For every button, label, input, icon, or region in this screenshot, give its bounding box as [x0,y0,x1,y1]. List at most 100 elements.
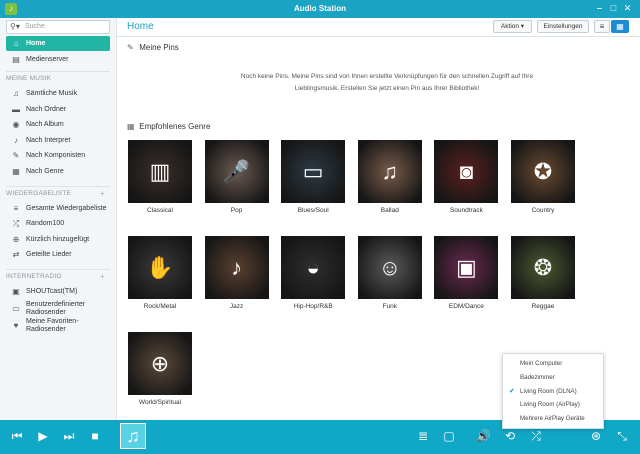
add-icon[interactable]: + [100,189,105,198]
sidebar-section-meine-musik: MEINE MUSIK [6,75,51,82]
sidebar-section-internetradio: INTERNETRADIO + [6,272,105,281]
genre-card-soundtrack[interactable]: ◙ Soundtrack [434,140,499,214]
output-device-label: Living Room (AirPlay) [520,401,580,409]
genre-image[interactable]: ✋ [128,236,192,299]
volume-button[interactable]: 🔊 [476,429,491,443]
genre-image[interactable]: ▣ [434,236,499,299]
collapse-icon: ⤡ [617,429,627,443]
lyrics-button[interactable]: ▢ [442,429,456,443]
speakers-icon: ◙ [459,159,474,184]
sidebar-item-meine-favoriten-radiosender[interactable]: ♥ Meine Favoriten-Radiosender [6,317,110,334]
genre-card-pop[interactable]: 🎤 Pop [204,140,269,214]
genre-label: Country [531,207,555,214]
grid-view-button[interactable]: ▦ [611,20,629,33]
app-logo-icon: ♪ [5,3,17,15]
genre-card-funk[interactable]: ☺ Funk [357,236,422,310]
play-icon: ▶ [38,429,48,443]
genre-image[interactable]: ❂ [511,236,575,299]
sidebar-item-icon: ⊕ [12,234,20,244]
sidebar-item-label: Home [26,40,46,47]
sidebar-item-benutzerdefinierter-radiosender[interactable]: ▭ Benutzerdefinierter Radiosender [6,300,110,317]
genre-image[interactable]: ◙ [434,140,499,203]
list-view-button[interactable]: ≡ [594,20,610,33]
maximize-icon[interactable]: □ [608,3,619,14]
sidebar-item-icon: ≡ [13,203,19,213]
genre-card-reggae[interactable]: ❂ Reggae [511,236,575,310]
pins-empty-line1: Noch keine Pins. Meine Pins sind von Ihn… [240,73,534,80]
genre-image[interactable]: ☺ [357,236,422,299]
boombox-icon: ▣ [455,255,477,280]
sidebar-item-label: Nach Genre [26,168,64,175]
sidebar-section-title: MEINE MUSIK [6,75,52,82]
previous-track-button[interactable]: ⏮ [10,429,24,443]
sidebar-item-home[interactable]: ⌂ Home [6,36,110,51]
output-device-button[interactable]: ⊛ [589,429,603,443]
action-button[interactable]: Aktion ▾ [493,20,532,33]
genre-image[interactable]: ✪ [511,140,575,203]
window-title: Audio Station [294,4,346,13]
genre-image[interactable]: ◒ [281,236,346,299]
genre-card-world-spiritual[interactable]: ⊕ World/Spiritual [128,332,192,406]
sidebar-item-s-mtliche-musik[interactable]: ♫ Sämtliche Musik [6,86,110,101]
pins-empty-message: Noch keine Pins. Meine Pins sind von Ihn… [157,71,617,95]
genre-label: World/Spiritual [138,399,182,406]
output-device-option[interactable]: Badezimmer [503,371,603,385]
rock-hand-icon: ✋ [146,255,174,280]
sidebar-section-wiedergabeliste: WIEDERGABELISTE + [6,189,105,198]
genre-card-rock-metal[interactable]: ✋ Rock/Metal [128,236,192,310]
sidebar-item-medienserver[interactable]: ▤ Medienserver [6,52,110,67]
settings-button[interactable]: Einstellungen [537,20,589,33]
genre-image[interactable]: ♪ [204,236,269,299]
add-icon[interactable]: + [100,272,105,281]
genre-card-edm-dance[interactable]: ▣ EDM/Dance [434,236,499,310]
sidebar-item-icon: ▬ [12,104,20,114]
play-button[interactable]: ▶ [36,429,50,443]
sidebar-item-gesamte-wiedergabeliste[interactable]: ≡ Gesamte Wiedergabeliste [6,201,110,216]
minimize-icon[interactable]: – [594,3,605,14]
sidebar-item-nach-komponisten[interactable]: ✎ Nach Komponisten [6,148,110,163]
sidebar-item-nach-ordner[interactable]: ▬ Nach Ordner [6,102,110,117]
sidebar-item-label: Nach Ordner [26,105,67,113]
sidebar-item-nach-genre[interactable]: ▦ Nach Genre [6,164,110,179]
genre-card-classical[interactable]: ▥ Classical [128,140,192,214]
genre-card-blues-soul[interactable]: ▭ Blues/Soul [281,140,346,214]
search-placeholder: Suche [25,23,45,30]
genre-image[interactable]: ▥ [128,140,192,203]
pins-title: Meine Pins [139,43,179,52]
music-note-icon: ♫ [126,426,140,446]
sidebar-item-label: Nach Album [26,121,64,129]
sidebar-item-nach-interpret[interactable]: ♪ Nach Interpret [6,133,110,148]
genre-card-ballad[interactable]: ♫ Ballad [357,140,422,214]
genre-image[interactable]: ♫ [357,140,422,203]
next-track-button[interactable]: ⏭ [62,429,76,443]
shuffle-button[interactable]: ⤮ [529,429,543,443]
genre-image[interactable]: ▭ [281,140,346,203]
header-divider [117,36,640,37]
output-device-option[interactable]: Mein Computer [503,357,603,371]
output-device-option[interactable]: Living Room (AirPlay) [503,398,603,412]
list-view-icon: ≡ [599,22,605,31]
close-icon[interactable]: ✕ [622,3,633,14]
genre-image[interactable]: 🎤 [204,140,269,203]
search-input[interactable]: ⚲▾ Suche [6,20,110,34]
genre-image[interactable]: ⊕ [128,332,192,395]
sidebar-item-k-rzlich-hinzugef-gt[interactable]: ⊕ Kürzlich hinzugefügt [6,232,110,247]
sidebar-item-shoutcast-tm[interactable]: ▣ SHOUTcast(TM) [6,284,110,299]
shuffle-icon: ⤮ [531,429,541,443]
search-icon: ⚲▾ [10,22,20,31]
output-device-option[interactable]: Mehrere AirPlay Geräte [503,412,603,426]
playlist-button[interactable]: ≣ [416,429,430,443]
genre-label: Reggae [531,303,555,310]
mini-player-button[interactable]: ⤡ [615,429,629,443]
sidebar-item-label: Kürzlich hinzugefügt [26,235,90,243]
sidebar-item-nach-album[interactable]: ◉ Nach Album [6,117,110,132]
genre-card-hip-hop-r-b[interactable]: ◒ Hip-Hop/R&B [281,236,346,310]
genre-card-country[interactable]: ✪ Country [511,140,575,214]
output-device-option[interactable]: ✔ Living Room (DLNA) [503,385,603,399]
album-cover[interactable]: ♫ [120,423,146,449]
sidebar-item-geteilte-lieder[interactable]: ⇄ Geteilte Lieder [6,247,110,262]
stop-button[interactable]: ■ [88,429,102,443]
repeat-button[interactable]: ⟲ [503,429,517,443]
genre-card-jazz[interactable]: ♪ Jazz [204,236,269,310]
sidebar-item-random100[interactable]: ⤮ Random100 [6,216,110,231]
